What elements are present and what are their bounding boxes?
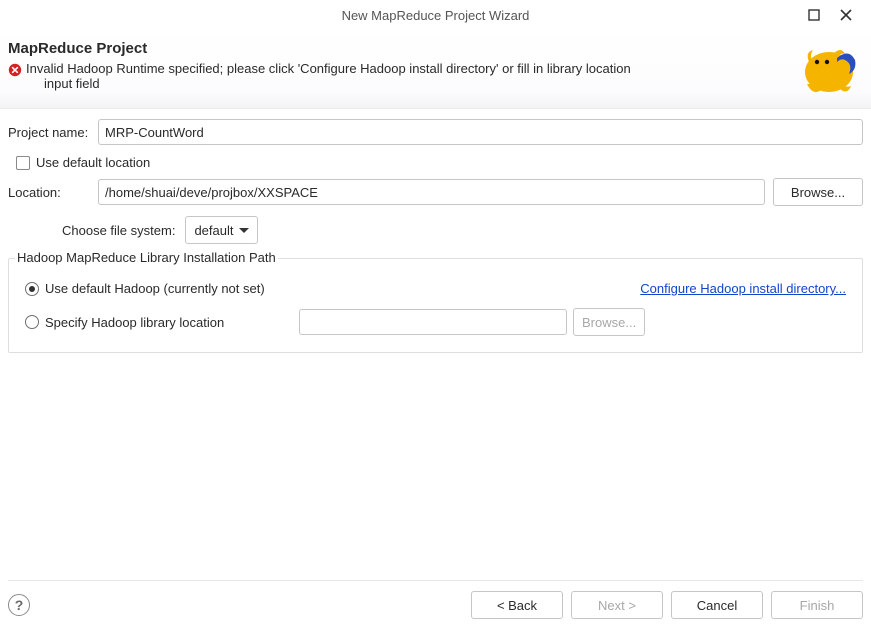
back-button[interactable]: < Back bbox=[471, 591, 563, 619]
configure-hadoop-link[interactable]: Configure Hadoop install directory... bbox=[640, 281, 846, 296]
window-title: New MapReduce Project Wizard bbox=[342, 8, 530, 23]
wizard-banner: MapReduce Project Invalid Hadoop Runtime… bbox=[0, 30, 871, 109]
filesystem-value: default bbox=[194, 223, 233, 238]
hadoop-logo-icon bbox=[799, 40, 859, 100]
error-text-line2: input field bbox=[26, 76, 631, 91]
radio-use-default-hadoop[interactable] bbox=[25, 282, 39, 296]
project-name-row: Project name: bbox=[8, 119, 863, 145]
browse-location-button[interactable]: Browse... bbox=[773, 178, 863, 206]
title-bar: New MapReduce Project Wizard bbox=[0, 0, 871, 30]
radio-default-row: Use default Hadoop (currently not set) C… bbox=[25, 281, 846, 296]
error-message: Invalid Hadoop Runtime specified; please… bbox=[8, 61, 787, 91]
maximize-icon[interactable] bbox=[805, 6, 823, 24]
filesystem-row: Choose file system: default bbox=[8, 216, 863, 244]
window-controls bbox=[805, 0, 865, 30]
next-button: Next > bbox=[571, 591, 663, 619]
cancel-button[interactable]: Cancel bbox=[671, 591, 763, 619]
help-icon[interactable]: ? bbox=[8, 594, 30, 616]
close-icon[interactable] bbox=[837, 6, 855, 24]
hadoop-path-input[interactable] bbox=[299, 309, 567, 335]
radio-specify-hadoop[interactable] bbox=[25, 315, 39, 329]
choose-filesystem-label: Choose file system: bbox=[62, 223, 175, 238]
location-row: Location: Browse... bbox=[8, 178, 863, 206]
radio-specify-label[interactable]: Specify Hadoop library location bbox=[45, 315, 293, 330]
chevron-down-icon bbox=[239, 228, 249, 233]
filesystem-combo[interactable]: default bbox=[185, 216, 258, 244]
radio-specify-row: Specify Hadoop library location Browse..… bbox=[25, 308, 846, 336]
group-title: Hadoop MapReduce Library Installation Pa… bbox=[15, 250, 278, 265]
page-title: MapReduce Project bbox=[8, 40, 787, 57]
project-name-input[interactable] bbox=[98, 119, 863, 145]
error-icon bbox=[8, 63, 22, 77]
use-default-location-row: Use default location bbox=[8, 155, 863, 170]
hadoop-library-group: Hadoop MapReduce Library Installation Pa… bbox=[8, 258, 863, 353]
location-input[interactable] bbox=[98, 179, 765, 205]
browse-hadoop-button: Browse... bbox=[573, 308, 645, 336]
project-name-label: Project name: bbox=[8, 125, 90, 140]
location-label: Location: bbox=[8, 185, 90, 200]
radio-use-default-label[interactable]: Use default Hadoop (currently not set) bbox=[45, 281, 265, 296]
wizard-footer: ? < Back Next > Cancel Finish bbox=[8, 580, 863, 619]
wizard-content: Project name: Use default location Locat… bbox=[0, 109, 871, 353]
finish-button: Finish bbox=[771, 591, 863, 619]
use-default-location-checkbox[interactable] bbox=[16, 156, 30, 170]
error-text-line1: Invalid Hadoop Runtime specified; please… bbox=[26, 61, 631, 76]
use-default-location-label[interactable]: Use default location bbox=[36, 155, 150, 170]
